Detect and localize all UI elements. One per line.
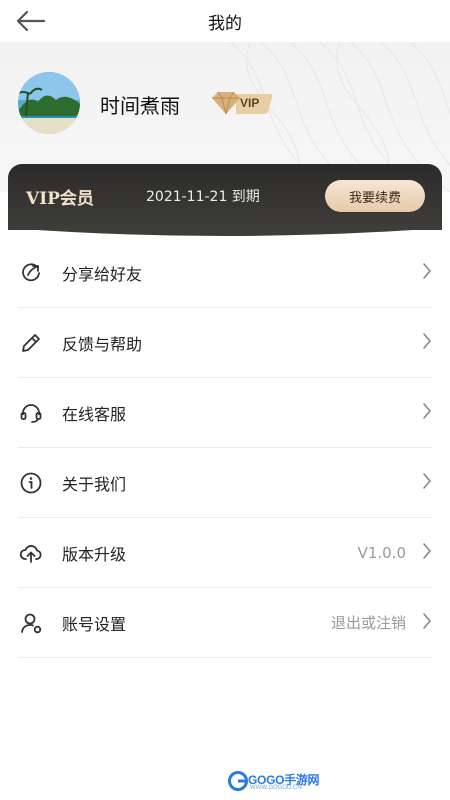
chevron-right-icon	[423, 263, 431, 279]
chevron-right-icon	[423, 613, 431, 629]
info-icon	[18, 470, 44, 496]
arrow-left-icon	[16, 10, 46, 32]
version-number: V1.0.0	[357, 543, 406, 562]
vip-membership-card: VIP会员 2021-11-21 到期 我要续费	[8, 164, 442, 230]
top-bar: 我的	[0, 0, 450, 42]
cloud-upload-icon	[18, 540, 44, 566]
menu-item-share[interactable]: 分享给好友	[18, 238, 432, 308]
menu-item-version-update[interactable]: 版本升级 V1.0.0	[18, 518, 432, 588]
chevron-right-icon	[423, 403, 431, 419]
username: 时间煮雨	[100, 94, 180, 118]
menu-item-about[interactable]: 关于我们	[18, 448, 432, 518]
watermark-url: WWW.GOGOD.CN	[250, 785, 302, 791]
menu-item-label: 版本升级	[62, 544, 127, 564]
menu-item-label: 分享给好友	[62, 264, 143, 284]
page-title: 我的	[208, 13, 242, 34]
chevron-right-icon	[423, 543, 431, 559]
menu-item-label: 关于我们	[62, 474, 127, 494]
share-icon	[18, 260, 44, 286]
menu-item-account-settings[interactable]: 账号设置 退出或注销	[18, 588, 432, 658]
vip-title: VIP会员	[26, 189, 94, 209]
menu-item-label: 账号设置	[62, 614, 127, 634]
watermark-g-icon	[228, 771, 248, 791]
menu-item-label: 在线客服	[62, 404, 127, 424]
settings-menu: 分享给好友 反馈与帮助 在线客服 关于我们 版本升级 V1.0.0 账号设置 退…	[0, 238, 450, 658]
menu-item-feedback[interactable]: 反馈与帮助	[18, 308, 432, 378]
vip-badge-label: VIP	[240, 96, 260, 110]
vip-badge: VIP	[210, 90, 274, 116]
vip-expiry-date: 2021-11-21 到期	[146, 189, 260, 205]
chevron-right-icon	[423, 473, 431, 489]
pencil-icon	[18, 330, 44, 356]
renew-button[interactable]: 我要续费	[325, 180, 425, 212]
user-settings-icon	[18, 610, 44, 636]
logout-or-deactivate-hint: 退出或注销	[330, 614, 406, 632]
headset-icon	[18, 400, 44, 426]
menu-item-customer-service[interactable]: 在线客服	[18, 378, 432, 448]
back-button[interactable]	[14, 6, 48, 36]
chevron-right-icon	[423, 333, 431, 349]
avatar[interactable]	[18, 72, 80, 134]
watermark-logo: GOGO手游网 WWW.GOGOD.CN	[228, 768, 320, 794]
avatar-image	[18, 72, 80, 134]
menu-item-label: 反馈与帮助	[62, 334, 143, 354]
